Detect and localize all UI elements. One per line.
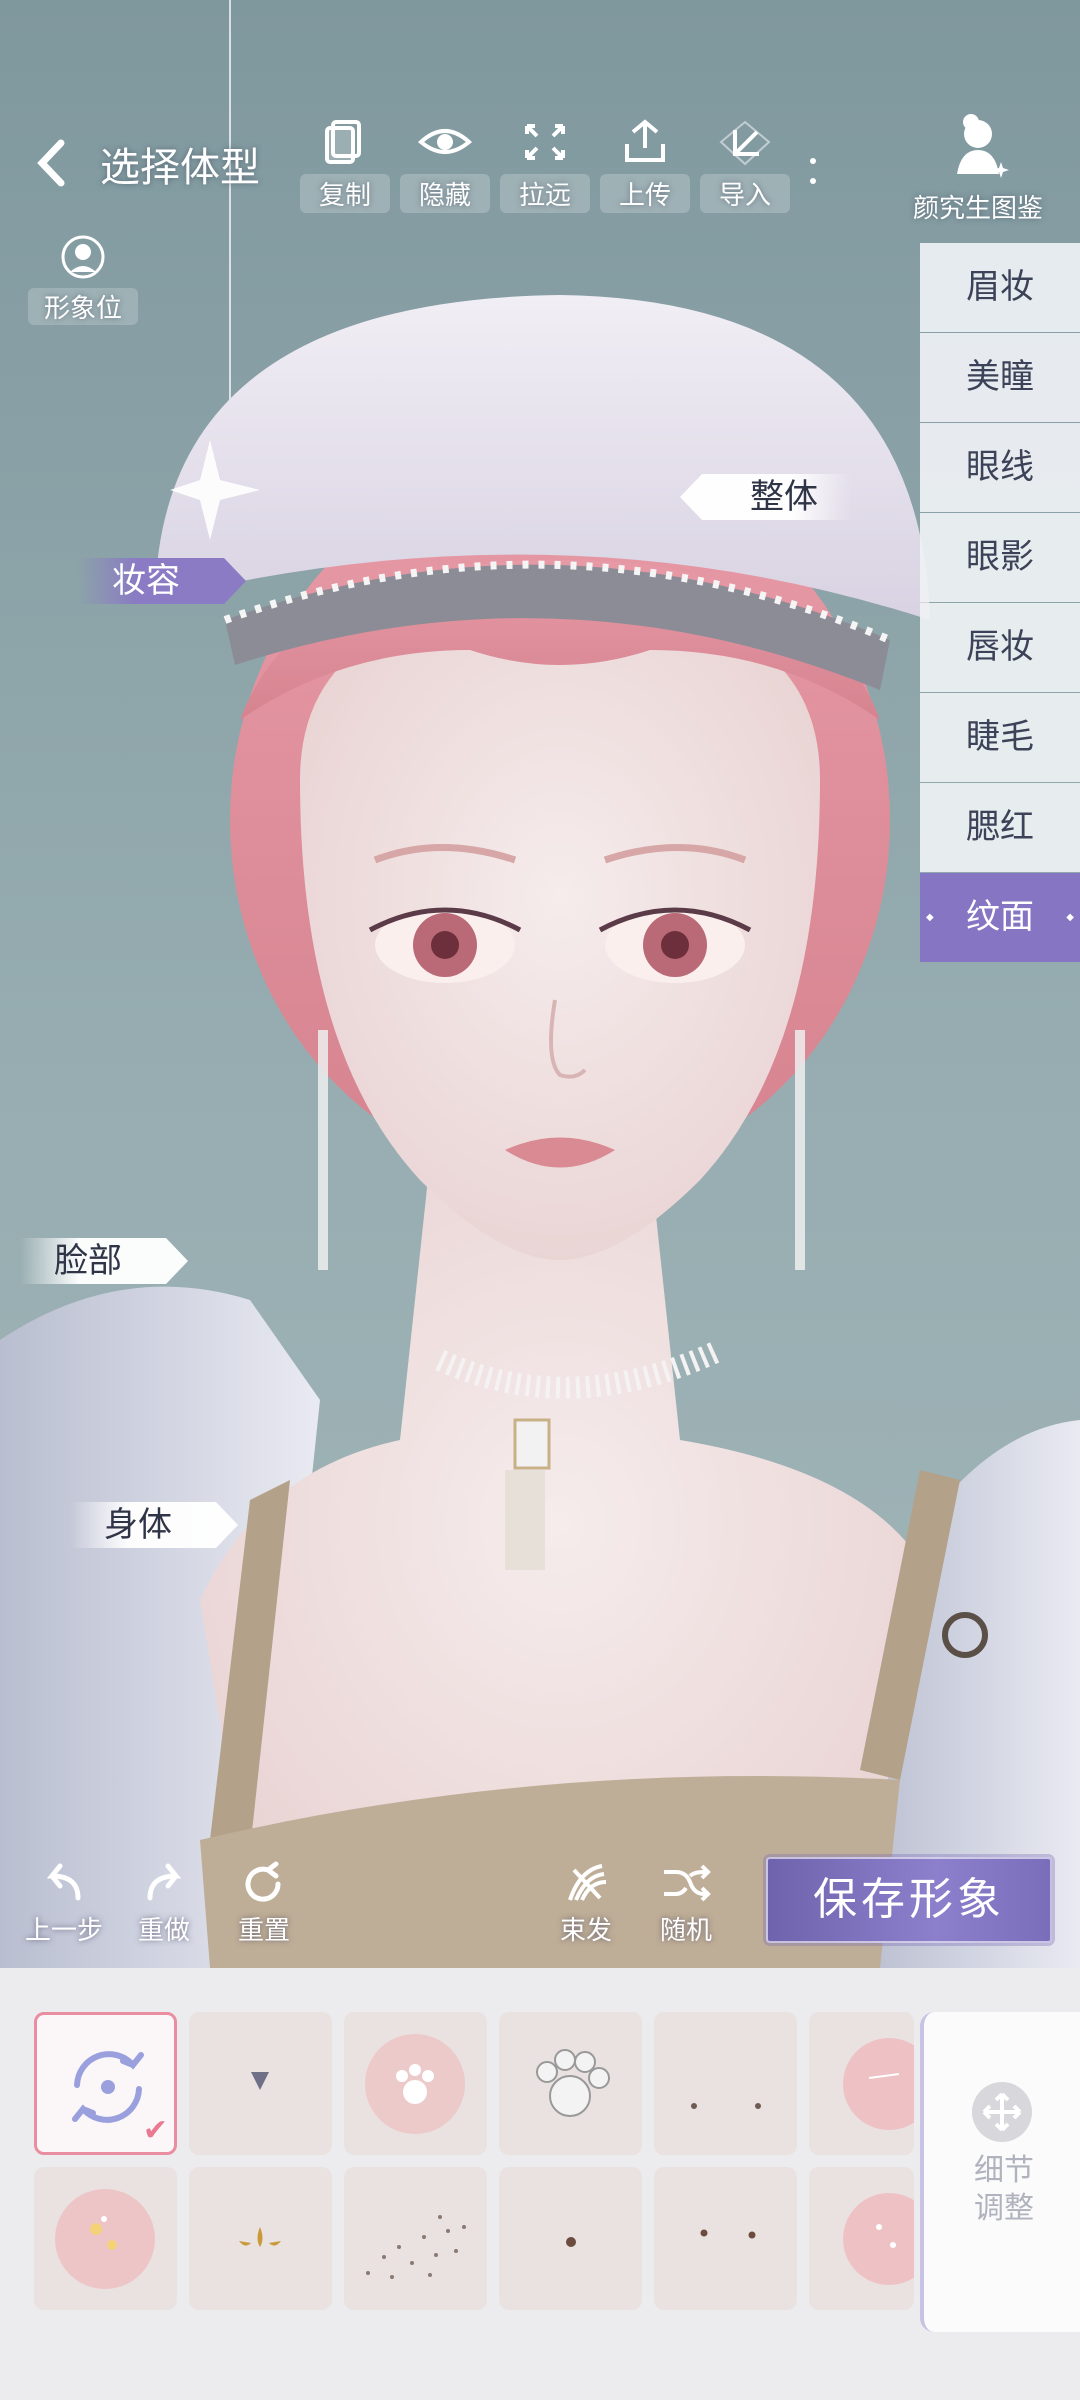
glitter-blush-icon	[843, 2193, 914, 2285]
separator-dot	[810, 158, 816, 164]
tag-overall-label: 整体	[750, 477, 818, 517]
item-tattoo-5[interactable]	[654, 2012, 797, 2155]
zoom-out-icon	[525, 124, 565, 160]
girl-silhouette-icon	[957, 114, 1009, 178]
tie-hair-button[interactable]: 束发	[536, 1860, 636, 1947]
selected-check-icon: ✔	[142, 2113, 168, 2148]
shuffle-icon	[664, 1864, 711, 1902]
twin-dots-icon	[691, 2103, 761, 2109]
hair-tie-icon	[568, 1864, 607, 1901]
double-mark-icon	[700, 2229, 756, 2239]
move-cross-icon	[972, 2082, 1032, 2142]
image-position-label: 形象位	[28, 288, 138, 325]
category-face-tattoo[interactable]: 纹面	[920, 873, 1080, 962]
tag-face-label: 脸部	[54, 1241, 122, 1281]
tag-arrow	[216, 1502, 238, 1548]
character-model[interactable]	[0, 0, 1080, 1968]
zoom-out-label: 拉远	[500, 174, 590, 213]
item-tattoo-3[interactable]	[344, 2012, 487, 2155]
eye-icon	[417, 129, 473, 154]
beauty-guide-button[interactable]: 颜究生图鉴	[888, 110, 1068, 225]
item-grid: ✔	[34, 2012, 914, 2312]
gold-sparkle-blush-icon	[55, 2189, 155, 2289]
hide-button[interactable]: 隐藏	[400, 118, 490, 213]
import-icon	[719, 120, 771, 166]
item-tattoo-7[interactable]	[34, 2167, 177, 2310]
category-eyebrow[interactable]: 眉妆	[920, 243, 1080, 332]
item-tattoo-9[interactable]	[344, 2167, 487, 2310]
item-tattoo-2[interactable]	[189, 2012, 332, 2155]
triangle-mark-icon	[251, 2072, 269, 2090]
import-label: 导入	[700, 174, 790, 213]
detail-adjust-label: 细节 调整	[924, 2152, 1080, 2228]
beauty-guide-label: 颜究生图鉴	[912, 194, 1043, 224]
gold-drop-icon	[239, 2227, 281, 2247]
upload-icon	[625, 119, 665, 162]
item-tattoo-12[interactable]	[809, 2167, 914, 2310]
pink-blush-icon	[843, 2038, 914, 2130]
item-tattoo-10[interactable]	[499, 2167, 642, 2310]
detail-adjust-button[interactable]: 细节 调整	[920, 2012, 1080, 2332]
item-tattoo-11[interactable]	[654, 2167, 797, 2310]
separator-dot	[810, 178, 816, 184]
detail-label-line2: 调整	[974, 2191, 1034, 2226]
redo-icon	[147, 1863, 182, 1901]
silver-paw-icon	[536, 2049, 610, 2117]
tie-hair-label: 束发	[559, 1916, 612, 1946]
category-eyelash[interactable]: 睫毛	[920, 693, 1080, 782]
category-eyeliner[interactable]: 眼线	[920, 423, 1080, 512]
character-viewport[interactable]: 选择体型 复制 隐藏 拉远 上传 导入 颜究生图鉴 形象位 整体 妆容 脸部 身…	[0, 0, 1080, 1968]
tag-arrow	[224, 558, 246, 604]
portrait-icon	[61, 235, 105, 279]
undo-label: 上一步	[24, 1916, 103, 1946]
image-position-button[interactable]: 形象位	[28, 230, 138, 325]
tag-body[interactable]: 身体	[70, 1502, 238, 1548]
reset-button[interactable]: 重置	[214, 1860, 314, 1947]
import-button[interactable]: 导入	[700, 118, 790, 213]
tag-makeup-label: 妆容	[112, 561, 180, 601]
item-tattoo-4[interactable]	[499, 2012, 642, 2155]
copy-button[interactable]: 复制	[300, 118, 390, 213]
zoom-out-button[interactable]: 拉远	[500, 118, 590, 213]
category-lip[interactable]: 唇妆	[920, 603, 1080, 692]
item-panel: ✔ 细节 调整	[0, 1968, 1080, 2400]
freckles-icon	[366, 2215, 466, 2279]
category-contact-lens[interactable]: 美瞳	[920, 333, 1080, 422]
save-look-button[interactable]: 保存形象	[766, 1857, 1052, 1943]
copy-icon	[325, 120, 361, 164]
back-arrow-icon[interactable]	[36, 138, 66, 188]
beauty-mark-icon	[566, 2237, 576, 2247]
hide-label: 隐藏	[400, 174, 490, 213]
undo-button[interactable]: 上一步	[14, 1860, 114, 1947]
tag-arrow	[166, 1238, 188, 1284]
random-label: 随机	[659, 1916, 712, 1946]
makeup-category-list: 眉妆 美瞳 眼线 眼影 唇妆 睫毛 腮红 纹面	[920, 243, 1080, 963]
detail-label-line1: 细节	[974, 2153, 1034, 2188]
paw-print-blush-icon	[365, 2034, 465, 2134]
tag-body-label: 身体	[104, 1505, 172, 1545]
item-none[interactable]: ✔	[34, 2012, 177, 2155]
random-button[interactable]: 随机	[636, 1860, 736, 1947]
tag-arrow	[680, 474, 702, 520]
reset-icon	[245, 1861, 281, 1902]
item-tattoo-8[interactable]	[189, 2167, 332, 2310]
copy-label: 复制	[300, 174, 390, 213]
upload-button[interactable]: 上传	[600, 118, 690, 213]
category-blush[interactable]: 腮红	[920, 783, 1080, 872]
redo-button[interactable]: 重做	[114, 1860, 214, 1947]
reset-label: 重置	[237, 1916, 290, 1946]
page-title[interactable]: 选择体型	[100, 135, 260, 193]
tag-face[interactable]: 脸部	[20, 1238, 188, 1284]
tag-overall[interactable]: 整体	[680, 474, 852, 520]
redo-label: 重做	[137, 1916, 190, 1946]
tag-makeup[interactable]: 妆容	[78, 558, 246, 604]
item-tattoo-6[interactable]	[809, 2012, 914, 2155]
upload-label: 上传	[600, 174, 690, 213]
category-eyeshadow[interactable]: 眼影	[920, 513, 1080, 602]
undo-icon	[46, 1863, 81, 1901]
